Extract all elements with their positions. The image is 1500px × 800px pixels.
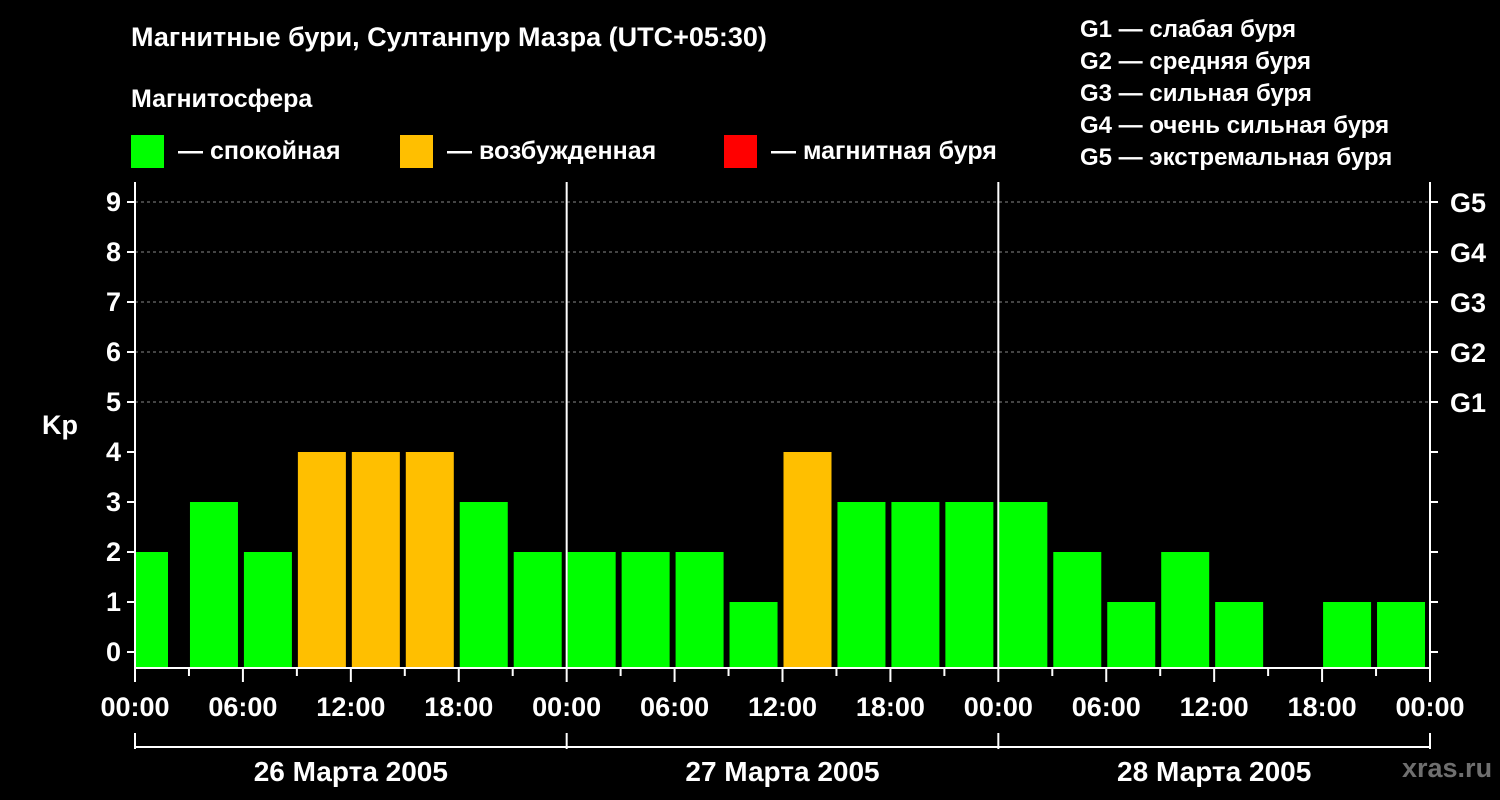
- kp-bar: [136, 552, 168, 668]
- kp-bar: [729, 602, 778, 668]
- kp-bar: [1053, 552, 1102, 668]
- kp-bar: [297, 452, 346, 668]
- kp-bar: [621, 552, 670, 668]
- kp-bar: [459, 502, 508, 668]
- day-label: 27 Марта 2005: [685, 756, 879, 787]
- watermark: xras.ru: [1402, 753, 1493, 783]
- x-tick-label: 18:00: [1288, 692, 1357, 722]
- y-tick-label: 0: [106, 637, 121, 667]
- kp-bar: [405, 452, 454, 668]
- kp-bar: [351, 452, 400, 668]
- kp-chart: 0 1 2 3 4 5 6 7 8 9 G1 G2 G3 G4 G5 00:00 06:00 12:00 18:00…: [100, 182, 1486, 787]
- day-label: 28 Марта 2005: [1117, 756, 1311, 787]
- kp-bar: [243, 552, 292, 668]
- kp-bar: [1215, 602, 1264, 668]
- x-tick-label: 12:00: [1180, 692, 1249, 722]
- y-tick-label: 9: [106, 187, 121, 217]
- kp-bar: [1107, 602, 1156, 668]
- kp-bar: [1161, 552, 1210, 668]
- kp-bar: [837, 502, 886, 668]
- x-tick-label: 00:00: [532, 692, 601, 722]
- kp-bar: [1323, 602, 1372, 668]
- x-tick-label: 06:00: [640, 692, 709, 722]
- kp-bar: [1377, 602, 1426, 668]
- g-level-tick-label: G2: [1450, 338, 1486, 368]
- x-tick-label: 06:00: [208, 692, 277, 722]
- y-tick-label: 6: [106, 337, 121, 367]
- g-level-tick-label: G5: [1450, 188, 1486, 218]
- kp-bar: [999, 502, 1048, 668]
- x-tick-label: 00:00: [100, 692, 169, 722]
- x-tick-label: 06:00: [1072, 692, 1141, 722]
- x-tick-label: 00:00: [1395, 692, 1464, 722]
- day-label: 26 Марта 2005: [254, 756, 448, 787]
- kp-bar: [513, 552, 562, 668]
- y-tick-label: 2: [106, 537, 121, 567]
- kp-bar: [189, 502, 238, 668]
- x-tick-label: 12:00: [316, 692, 385, 722]
- g-level-tick-label: G4: [1450, 238, 1486, 268]
- y-tick-label: 3: [106, 487, 121, 517]
- x-tick-label: 18:00: [424, 692, 493, 722]
- y-tick-label: 1: [106, 587, 121, 617]
- g-level-tick-label: G3: [1450, 288, 1486, 318]
- x-tick-label: 12:00: [748, 692, 817, 722]
- kp-bar: [891, 502, 940, 668]
- g-level-tick-label: G1: [1450, 388, 1486, 418]
- kp-bar: [945, 502, 994, 668]
- y-tick-label: 7: [106, 287, 121, 317]
- kp-bar: [567, 552, 616, 668]
- x-tick-label: 18:00: [856, 692, 925, 722]
- y-tick-label: 5: [106, 387, 121, 417]
- x-tick-label: 00:00: [964, 692, 1033, 722]
- y-tick-label: 8: [106, 237, 121, 267]
- kp-bar: [783, 452, 832, 668]
- kp-bar: [675, 552, 724, 668]
- y-tick-label: 4: [106, 437, 121, 467]
